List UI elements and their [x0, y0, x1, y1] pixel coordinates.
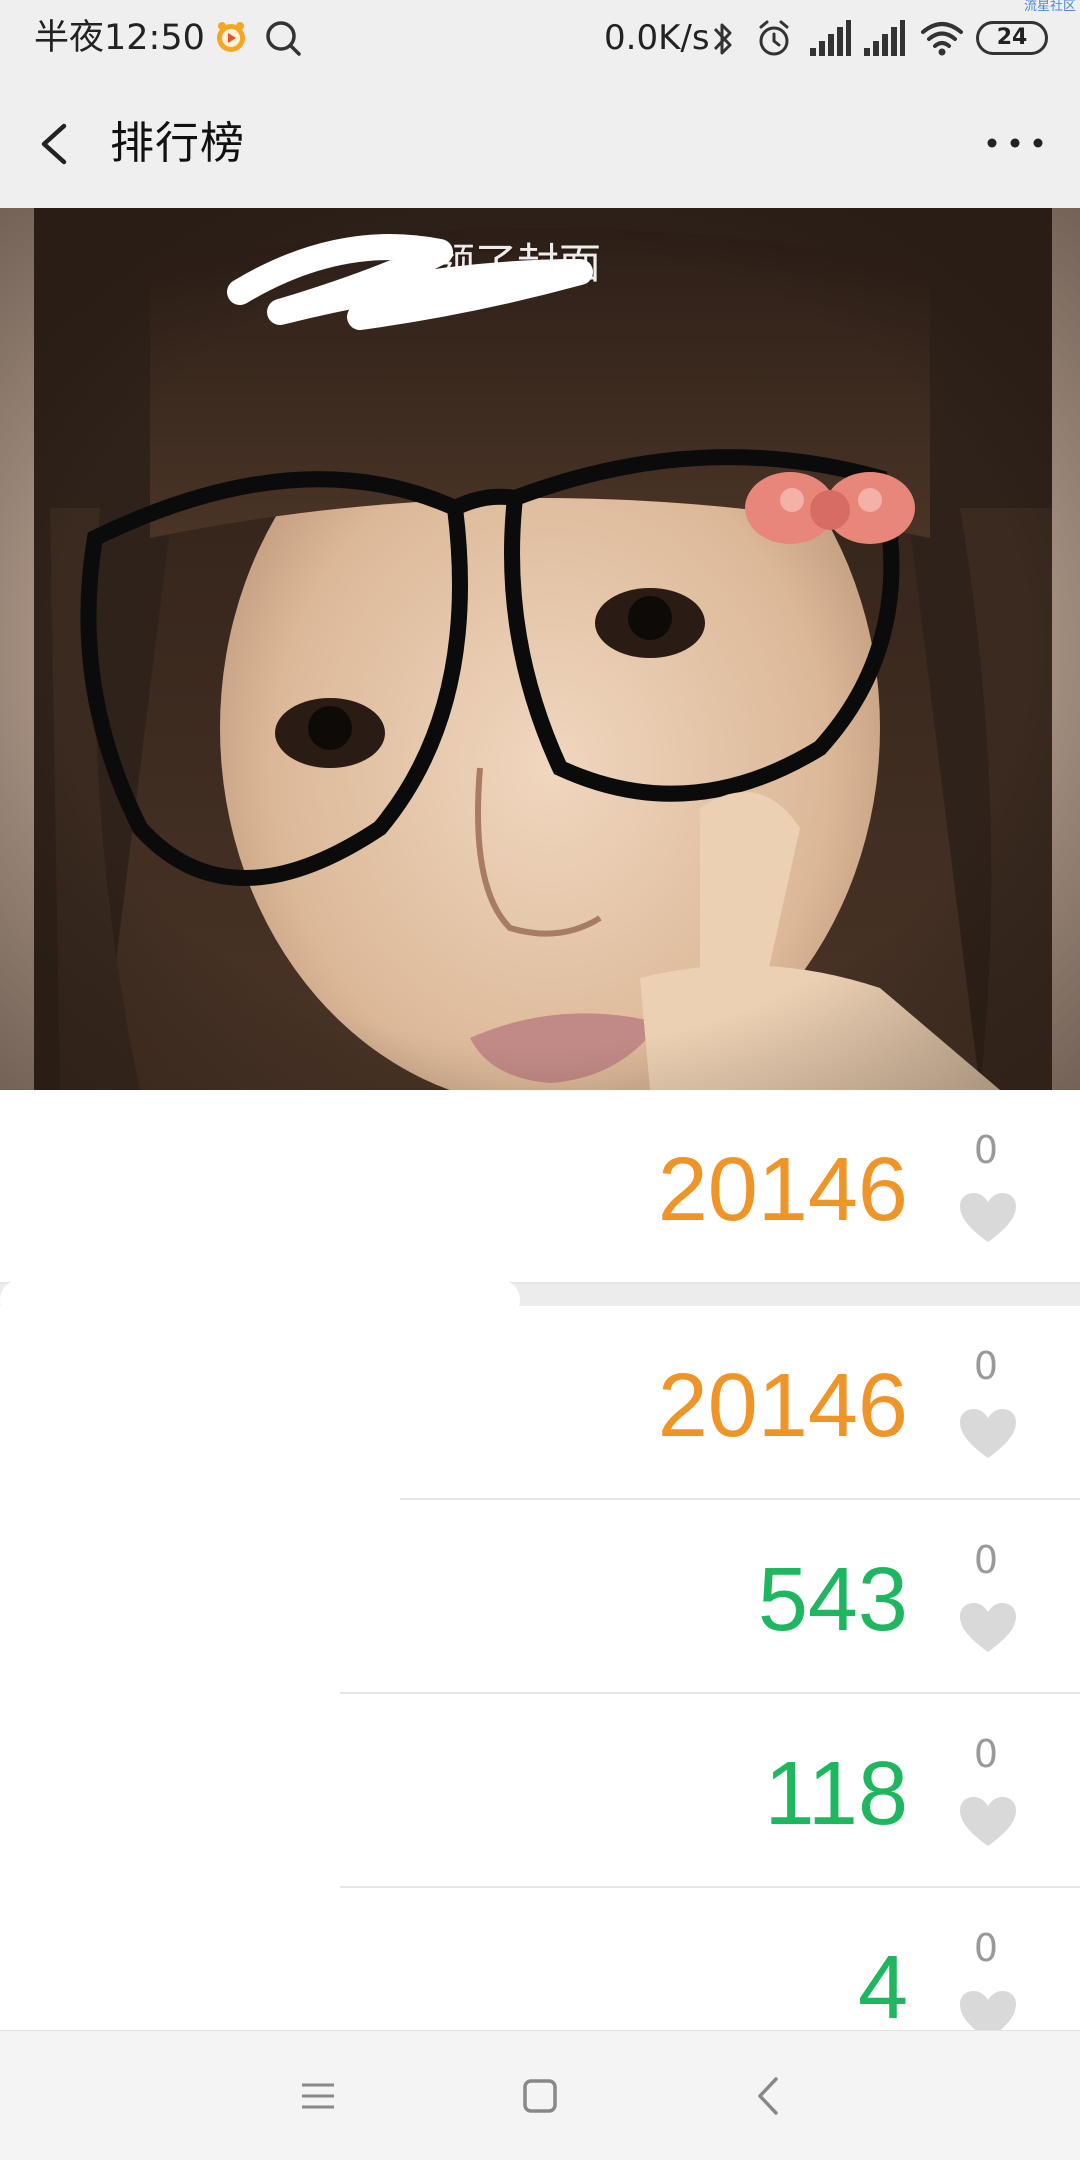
search-icon [266, 21, 301, 56]
signal-icon [864, 20, 905, 56]
watermark-label: 流星社区 [1023, 0, 1076, 14]
redaction-patch [0, 1310, 400, 1590]
score-value: 4 [857, 1938, 908, 2038]
home-icon[interactable] [500, 2061, 580, 2131]
network-speed: 0.0K/s [604, 18, 710, 58]
alarm-icon [759, 20, 789, 56]
app-notification-icon [217, 22, 245, 52]
like-count: 0 [973, 1128, 999, 1172]
top-app-bar: 排行榜 [0, 78, 1080, 208]
like-count: 0 [973, 1926, 999, 1970]
redaction-patch [0, 1590, 340, 2010]
cover-photo[interactable]: 占领了封面 [0, 208, 1080, 1090]
menu-icon[interactable] [278, 2061, 358, 2131]
heart-icon[interactable] [956, 1794, 1020, 1850]
like-count: 0 [973, 1538, 999, 1582]
screen: 半夜12:50 0.0K/s 24 流星社区 排行榜 占领了封面 20146 0… [0, 0, 1080, 2160]
status-time: 半夜12:50 [34, 18, 205, 58]
score-value: 118 [764, 1744, 908, 1844]
battery-icon: 24 [976, 21, 1048, 55]
battery-level: 24 [996, 25, 1028, 50]
score-value: 20146 [657, 1356, 908, 1456]
heart-icon[interactable] [956, 1600, 1020, 1656]
redaction-scribble [227, 234, 593, 330]
more-icon[interactable] [980, 118, 1050, 168]
score-value: 543 [757, 1550, 908, 1650]
wifi-icon [921, 22, 963, 56]
heart-icon[interactable] [956, 1406, 1020, 1462]
back-icon[interactable] [728, 2061, 808, 2131]
heart-icon[interactable] [956, 1190, 1020, 1246]
ranking-row[interactable]: 20146 0 [0, 1090, 1080, 1284]
cover-portrait-image [0, 208, 1080, 1090]
back-arrow-icon[interactable] [28, 114, 82, 174]
status-bar: 半夜12:50 0.0K/s 24 流星社区 [0, 0, 1080, 78]
signal-icon [810, 20, 851, 56]
score-value: 20146 [657, 1140, 908, 1240]
like-count: 0 [973, 1732, 999, 1776]
like-count: 0 [973, 1344, 999, 1388]
page-title: 排行榜 [110, 118, 245, 169]
system-nav-bar [0, 2030, 1080, 2160]
bluetooth-icon [713, 23, 732, 55]
